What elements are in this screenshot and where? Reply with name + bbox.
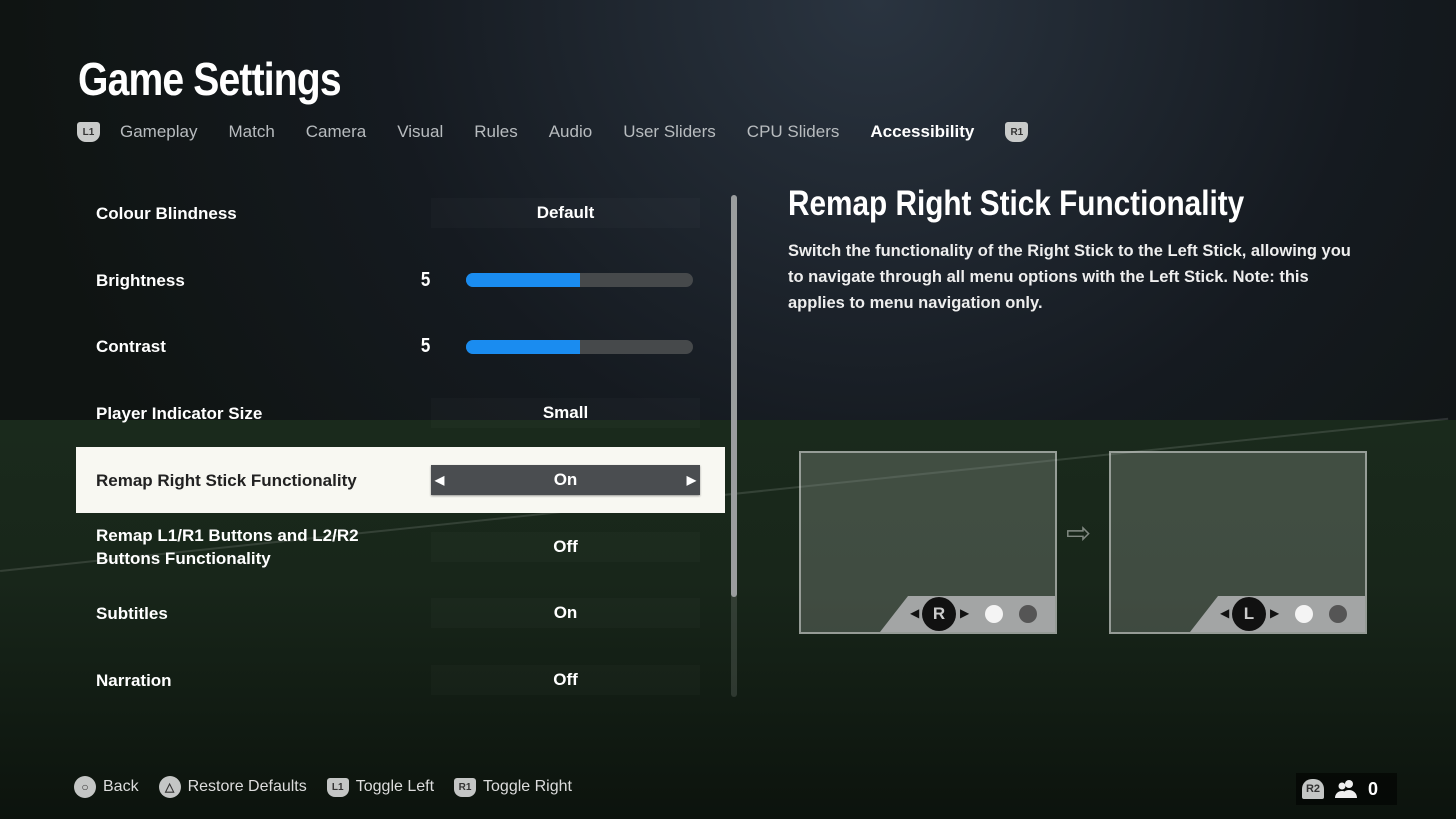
tab-gameplay[interactable]: Gameplay	[120, 122, 197, 142]
tab-accessibility[interactable]: Accessibility	[870, 122, 974, 142]
tab-audio[interactable]: Audio	[549, 122, 592, 142]
dot-icon	[1329, 605, 1347, 623]
setting-label: Subtitles	[96, 603, 168, 623]
l1-badge-icon[interactable]: L1	[77, 122, 100, 142]
footer-hints: ○ Back △ Restore Defaults L1 Toggle Left R1…	[74, 776, 592, 798]
page-title: Game Settings	[78, 53, 342, 105]
option-selector[interactable]: ◀ On ▶	[431, 465, 700, 496]
dot-icon	[1019, 605, 1037, 623]
back-button[interactable]: ○ Back	[74, 776, 139, 798]
arrow-right-icon[interactable]: ▶	[687, 473, 696, 487]
detail-title: Remap Right Stick Functionality	[788, 184, 1245, 223]
dot-icon	[1295, 605, 1313, 623]
triangle-right-icon: ▶	[1270, 606, 1280, 620]
restore-defaults-button[interactable]: △ Restore Defaults	[158, 776, 307, 798]
button-bar: ◀ L ▶	[1190, 596, 1365, 632]
before-illustration: ◀ R ▶	[799, 451, 1057, 634]
r1-button-icon: R1	[454, 777, 477, 797]
setting-colour-blindness[interactable]: Colour Blindness Default	[76, 180, 725, 247]
arrow-right-icon: ⇨	[1066, 517, 1092, 550]
players-indicator[interactable]: R2 0	[1296, 773, 1397, 805]
setting-value[interactable]: Off	[431, 665, 700, 695]
setting-label: Colour Blindness	[96, 203, 237, 223]
setting-subtitles[interactable]: Subtitles On	[76, 580, 725, 647]
arrow-left-icon[interactable]: ◀	[435, 473, 444, 487]
toggle-left-label: Toggle Left	[355, 778, 435, 795]
toggle-right-button[interactable]: R1 Toggle Right	[454, 777, 572, 797]
r1-badge-icon[interactable]: R1	[1005, 122, 1029, 142]
tab-camera[interactable]: Camera	[306, 122, 366, 142]
detail-description: Switch the functionality of the Right St…	[788, 242, 1351, 312]
setting-brightness[interactable]: Brightness 5	[76, 247, 725, 314]
setting-label: Remap L1/R1 Buttons and L2/R2 Buttons Fu…	[96, 525, 359, 568]
tab-visual[interactable]: Visual	[397, 122, 443, 142]
tab-match[interactable]: Match	[228, 122, 274, 142]
players-icon	[1335, 780, 1357, 798]
toggle-left-button[interactable]: L1 Toggle Left	[326, 777, 435, 797]
setting-label: Player Indicator Size	[96, 403, 263, 423]
brightness-slider[interactable]	[466, 273, 693, 288]
setting-value: On	[553, 470, 578, 490]
tab-cpu-sliders[interactable]: CPU Sliders	[747, 122, 840, 142]
r2-button-icon: R2	[1302, 779, 1324, 799]
right-stick-icon: R	[922, 597, 956, 631]
setting-label: Remap Right Stick Functionality	[96, 470, 357, 490]
settings-list: Colour Blindness Default Brightness 5 Co…	[76, 180, 725, 714]
setting-value[interactable]: Small	[431, 398, 700, 428]
setting-label: Brightness	[96, 270, 185, 290]
triangle-left-icon: ◀	[1220, 606, 1230, 620]
after-illustration: ◀ L ▶	[1109, 451, 1367, 634]
triangle-left-icon: ◀	[910, 606, 920, 620]
setting-remap-right-stick[interactable]: Remap Right Stick Functionality ◀ On ▶	[76, 446, 725, 514]
setting-value[interactable]: Default	[431, 198, 700, 228]
scrollbar-thumb[interactable]	[731, 195, 737, 597]
slider-value: 5	[420, 268, 431, 291]
restore-label: Restore Defaults	[187, 778, 307, 795]
setting-player-indicator-size[interactable]: Player Indicator Size Small	[76, 380, 725, 447]
button-bar: ◀ R ▶	[880, 596, 1055, 632]
setting-label: Narration	[96, 670, 172, 690]
back-label: Back	[103, 778, 139, 795]
dot-icon	[985, 605, 1003, 623]
triangle-right-icon: ▶	[960, 606, 970, 620]
tab-rules[interactable]: Rules	[474, 122, 517, 142]
slider-fill	[466, 339, 580, 354]
triangle-button-icon: △	[158, 776, 181, 798]
scrollbar[interactable]	[731, 195, 737, 697]
contrast-slider[interactable]	[466, 339, 693, 354]
left-stick-icon: L	[1232, 597, 1266, 631]
setting-value[interactable]: Off	[431, 532, 700, 562]
setting-remap-l1r1-l2r2[interactable]: Remap L1/R1 Buttons and L2/R2 Buttons Fu…	[76, 513, 725, 580]
player-count: 0	[1368, 778, 1379, 799]
circle-button-icon: ○	[74, 776, 96, 798]
setting-narration[interactable]: Narration Off	[76, 647, 725, 714]
slider-value: 5	[420, 335, 431, 358]
setting-value[interactable]: On	[431, 598, 700, 628]
slider-fill	[466, 273, 580, 288]
tab-user-sliders[interactable]: User Sliders	[623, 122, 716, 142]
l1-button-icon: L1	[326, 777, 349, 797]
setting-contrast[interactable]: Contrast 5	[76, 313, 725, 380]
toggle-right-label: Toggle Right	[483, 778, 572, 795]
tab-bar: L1 Gameplay Match Camera Visual Rules Au…	[77, 120, 1048, 144]
setting-label: Contrast	[96, 337, 166, 357]
